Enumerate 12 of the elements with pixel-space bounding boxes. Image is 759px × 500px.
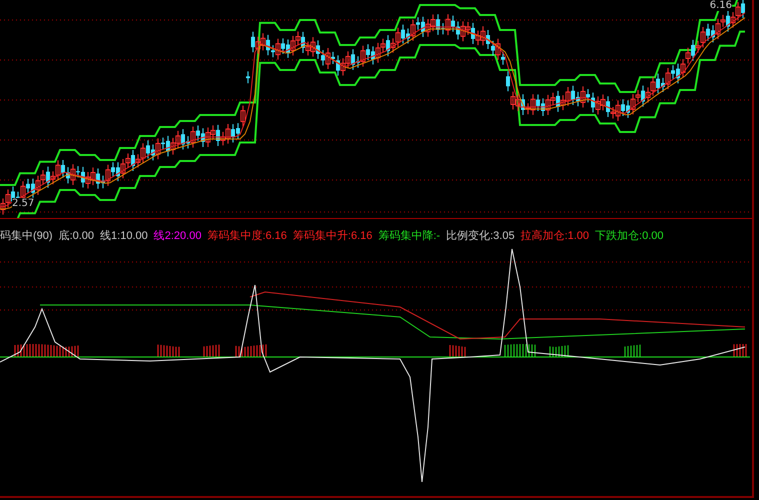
- indicator-value: 线2:20.00: [154, 230, 202, 244]
- indicator-title: 码集中(90): [0, 230, 53, 244]
- indicator-value: 线1:10.00: [100, 230, 148, 244]
- indicator-value: 拉高加仓:1.00: [520, 230, 590, 244]
- indicator-value: 筹码集中度:6.16: [207, 230, 287, 244]
- indicator-value: 比例变化:3.05: [446, 230, 515, 244]
- price-label: 2.57: [12, 198, 34, 209]
- indicator-value: 底:0.00: [58, 230, 94, 244]
- indicator-value: 下跌加仓:0.00: [595, 230, 664, 244]
- indicator-value: 筹码集中降:-: [378, 230, 440, 244]
- price-label: 6.16: [710, 0, 732, 11]
- indicator-value: 筹码集中升:6.16: [292, 230, 372, 244]
